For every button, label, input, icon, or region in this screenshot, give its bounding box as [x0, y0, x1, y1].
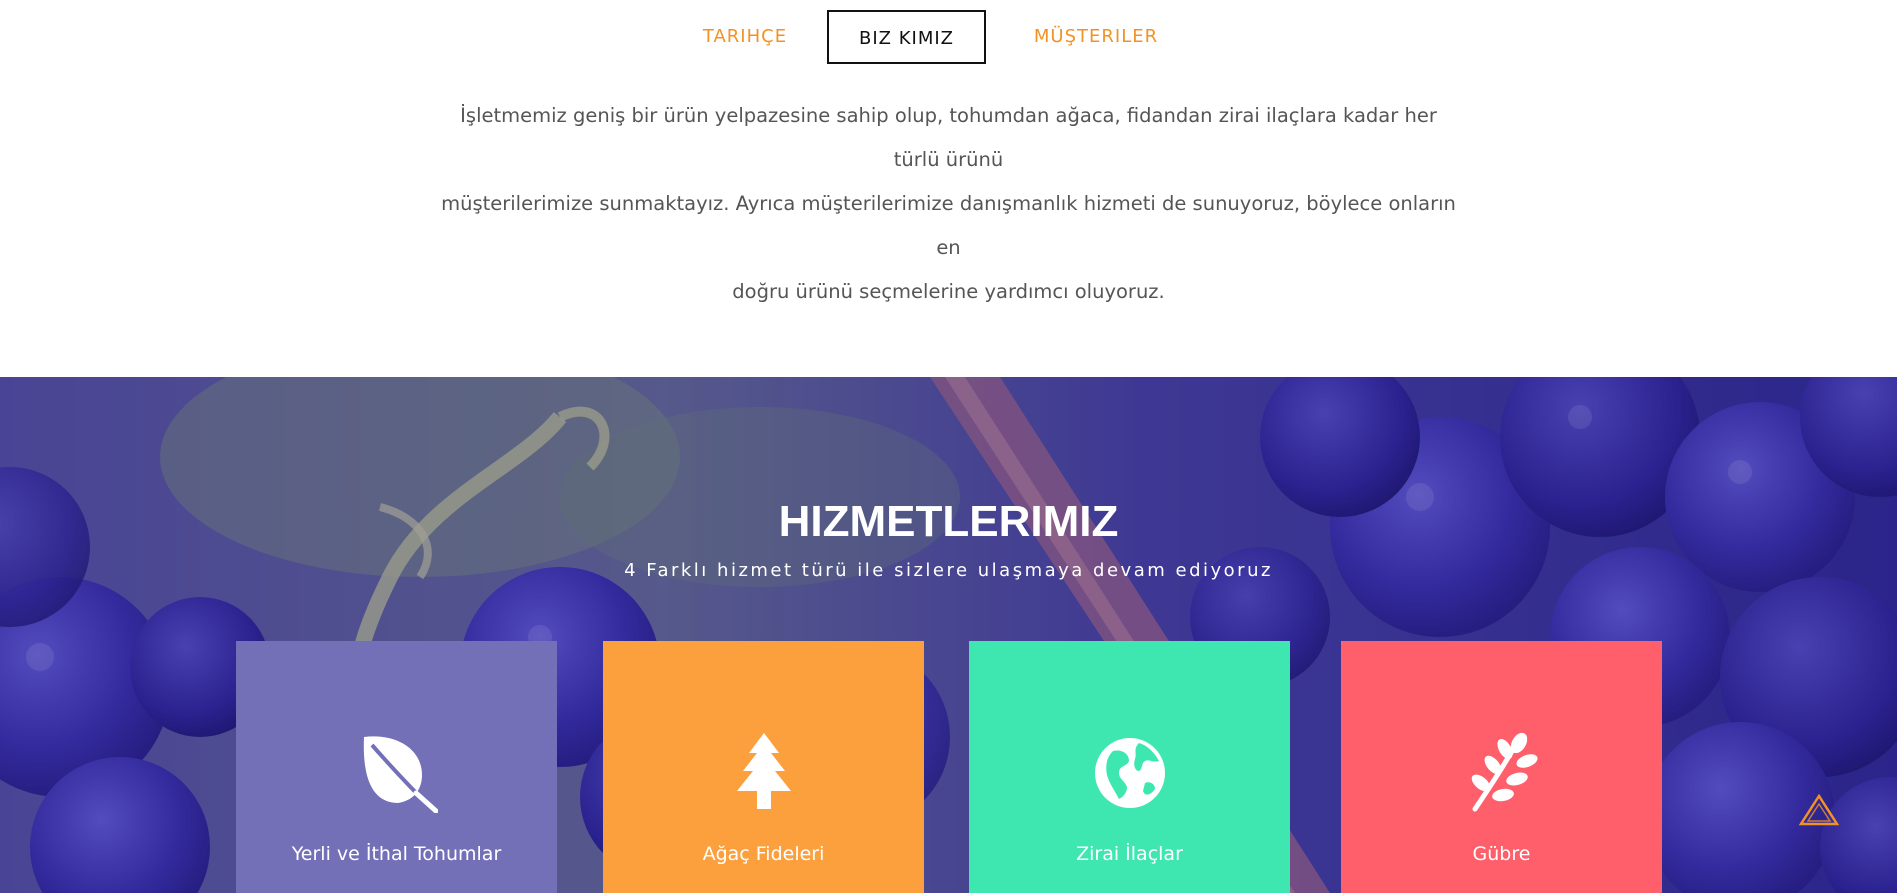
leaf-icon [363, 736, 438, 813]
service-card-saplings[interactable]: Ağaç Fideleri [603, 641, 924, 893]
back-to-top-button[interactable] [1798, 793, 1840, 827]
services-subtitle: 4 Farklı hizmet türü ile sizlere ulaşmay… [624, 560, 1273, 581]
page: TARIHÇE BIZ KIMIZ MÜŞTERILER İşletmemiz … [0, 0, 1897, 893]
service-label: Yerli ve İthal Tohumlar [291, 843, 502, 865]
service-card-fertilizer[interactable]: Gübre [1341, 641, 1662, 893]
intro-line: doğru ürünü seçmelerine yardımcı oluyoru… [732, 280, 1165, 303]
service-label: Gübre [1472, 843, 1531, 865]
tab-biz-kimiz[interactable]: BIZ KIMIZ [827, 10, 986, 64]
service-label: Ağaç Fideleri [702, 843, 825, 865]
service-card-seeds[interactable]: Yerli ve İthal Tohumlar [236, 641, 557, 893]
tab-tarihce[interactable]: TARIHÇE [690, 10, 800, 64]
globe-icon [1095, 738, 1165, 808]
services-title: HIZMETLERIMIZ [778, 497, 1119, 546]
triangle-up-icon [1798, 793, 1840, 826]
tab-musteriler[interactable]: MÜŞTERILER [1016, 10, 1176, 64]
intro-line: İşletmemiz geniş bir ürün yelpazesine sa… [460, 104, 1437, 171]
service-card-pesticides[interactable]: Zirai İlaçlar [969, 641, 1290, 893]
pine-tree-icon [737, 733, 791, 809]
services-section: HIZMETLERIMIZ 4 Farklı hizmet türü ile s… [0, 377, 1897, 893]
intro-line: müşterilerimize sunmaktayız. Ayrıca müşt… [441, 192, 1456, 259]
service-label: Zirai İlaçlar [1076, 843, 1183, 865]
intro-paragraph: İşletmemiz geniş bir ürün yelpazesine sa… [440, 94, 1457, 314]
about-tabs: TARIHÇE BIZ KIMIZ MÜŞTERILER [0, 10, 1897, 66]
plant-sprig-icon [1471, 732, 1538, 812]
